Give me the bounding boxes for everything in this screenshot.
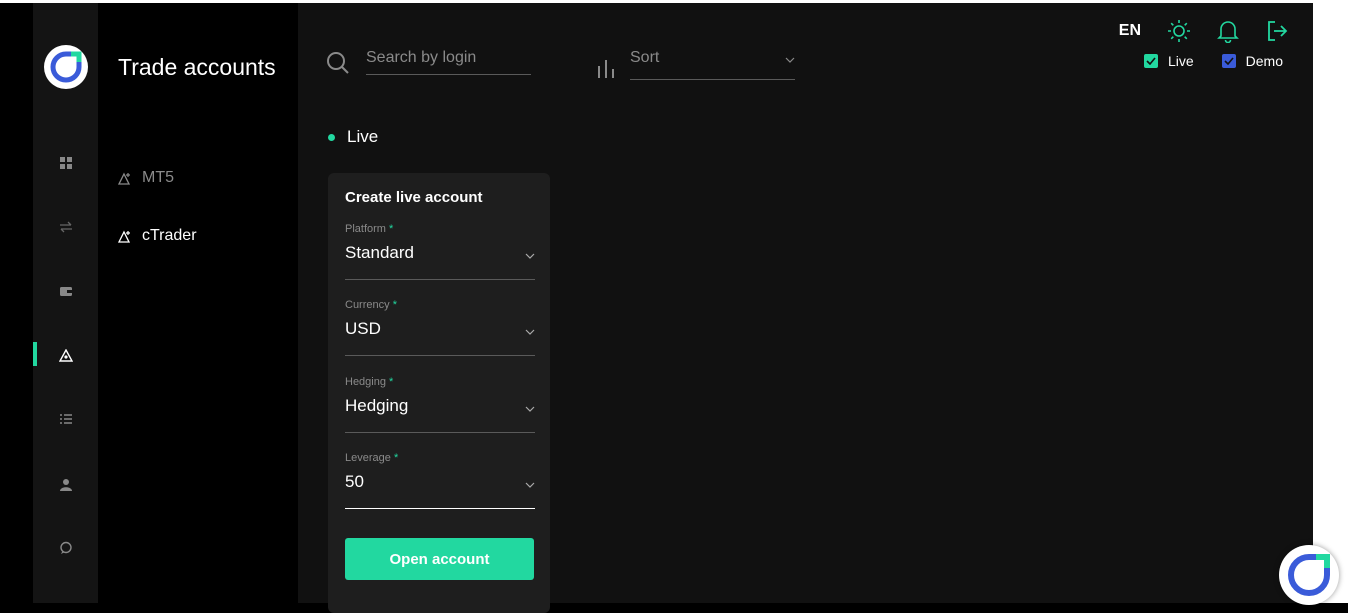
chat-icon — [59, 541, 72, 554]
platform-select[interactable]: Standard — [345, 243, 535, 280]
leverage-value: 50 — [345, 472, 364, 491]
check-icon — [1146, 57, 1156, 65]
platform-field: Platform * Standard — [345, 223, 535, 280]
search-input[interactable] — [366, 49, 531, 75]
status-dot — [328, 133, 335, 141]
chevron-down-icon — [525, 253, 535, 259]
required-marker: * — [393, 452, 399, 464]
leverage-field: Leverage * 50 — [345, 452, 535, 509]
sun-icon[interactable] — [1167, 19, 1191, 43]
checkbox-live[interactable] — [1143, 54, 1158, 68]
menu-item-label: cTrader — [142, 227, 197, 244]
leverage-select[interactable]: 50 — [345, 472, 535, 509]
required-marker: * — [392, 299, 397, 311]
currency-value: USD — [345, 319, 381, 338]
check-icon — [1224, 57, 1234, 65]
checkbox-demo[interactable] — [1221, 54, 1236, 68]
transfer-icon — [59, 221, 72, 233]
icon-rail — [33, 3, 98, 603]
chevron-down-icon — [525, 406, 535, 412]
logout-icon[interactable] — [1265, 19, 1289, 43]
trade-accounts-icon — [118, 172, 131, 185]
bell-icon[interactable] — [1217, 19, 1239, 43]
list-icon — [59, 414, 72, 424]
brand-logo-icon — [1288, 554, 1330, 596]
live-filter-toggle[interactable]: Live — [1143, 53, 1194, 69]
live-filter-label: Live — [1167, 53, 1194, 69]
currency-field: Currency * USD — [345, 299, 535, 356]
create-account-card: Create live account Platform * Standard … — [328, 173, 550, 613]
account-type-filters: Live Demo — [1143, 53, 1283, 69]
chevron-down-icon — [785, 57, 795, 63]
demo-filter-label: Demo — [1245, 53, 1283, 69]
trade-accounts-icon — [118, 230, 131, 243]
hedging-value: Hedging — [345, 396, 409, 415]
required-marker: * — [389, 376, 394, 388]
section-label: Live — [347, 127, 379, 146]
hedging-field: Hedging * Hedging — [345, 376, 535, 433]
grid-icon — [59, 157, 72, 169]
menu-item-mt5[interactable]: MT5 — [118, 169, 174, 187]
rail-item-transfers[interactable] — [33, 214, 98, 240]
platform-value: Standard — [345, 243, 414, 262]
search-icon — [327, 52, 349, 74]
trade-accounts-icon — [58, 348, 73, 362]
open-account-button[interactable]: Open account — [345, 538, 534, 580]
sort-select[interactable]: Sort — [630, 49, 795, 80]
hedging-label: Hedging — [345, 376, 386, 388]
sort-control: Sort — [596, 49, 795, 80]
platform-label: Platform — [345, 223, 386, 235]
side-menu: Trade accounts MT5 cTrader — [98, 3, 298, 603]
rail-item-wallet[interactable] — [33, 278, 98, 304]
profile-icon — [59, 478, 72, 491]
brand-logo-icon — [50, 51, 82, 83]
rail-item-trade-accounts[interactable] — [33, 342, 98, 368]
brand-logo[interactable] — [44, 45, 88, 89]
chevron-down-icon — [525, 329, 535, 335]
main-content: Sort EN Live — [298, 3, 1313, 613]
leverage-label: Leverage — [345, 452, 391, 464]
support-chat-button[interactable] — [1279, 545, 1339, 605]
menu-item-label: MT5 — [142, 169, 174, 186]
rail-item-history[interactable] — [33, 406, 98, 432]
language-switch[interactable]: EN — [1119, 22, 1141, 40]
hedging-select[interactable]: Hedging — [345, 396, 535, 433]
chevron-down-icon — [525, 482, 535, 488]
required-marker: * — [389, 223, 394, 235]
page-title: Trade accounts — [118, 54, 276, 80]
currency-select[interactable]: USD — [345, 319, 535, 356]
search-bar — [326, 49, 531, 75]
live-section-heading: Live — [328, 127, 378, 147]
bar-chart-icon — [598, 60, 614, 78]
rail-item-profile[interactable] — [33, 471, 98, 497]
rail-item-dashboard[interactable] — [33, 150, 98, 176]
wallet-icon — [59, 287, 72, 296]
window-frame-right — [1313, 0, 1348, 603]
demo-filter-toggle[interactable]: Demo — [1221, 53, 1283, 69]
header-actions: EN — [1119, 19, 1289, 43]
menu-item-ctrader[interactable]: cTrader — [118, 227, 197, 245]
currency-label: Currency — [345, 299, 390, 311]
sort-placeholder: Sort — [630, 49, 660, 66]
card-title: Create live account — [345, 189, 483, 206]
rail-item-support[interactable] — [33, 535, 98, 561]
